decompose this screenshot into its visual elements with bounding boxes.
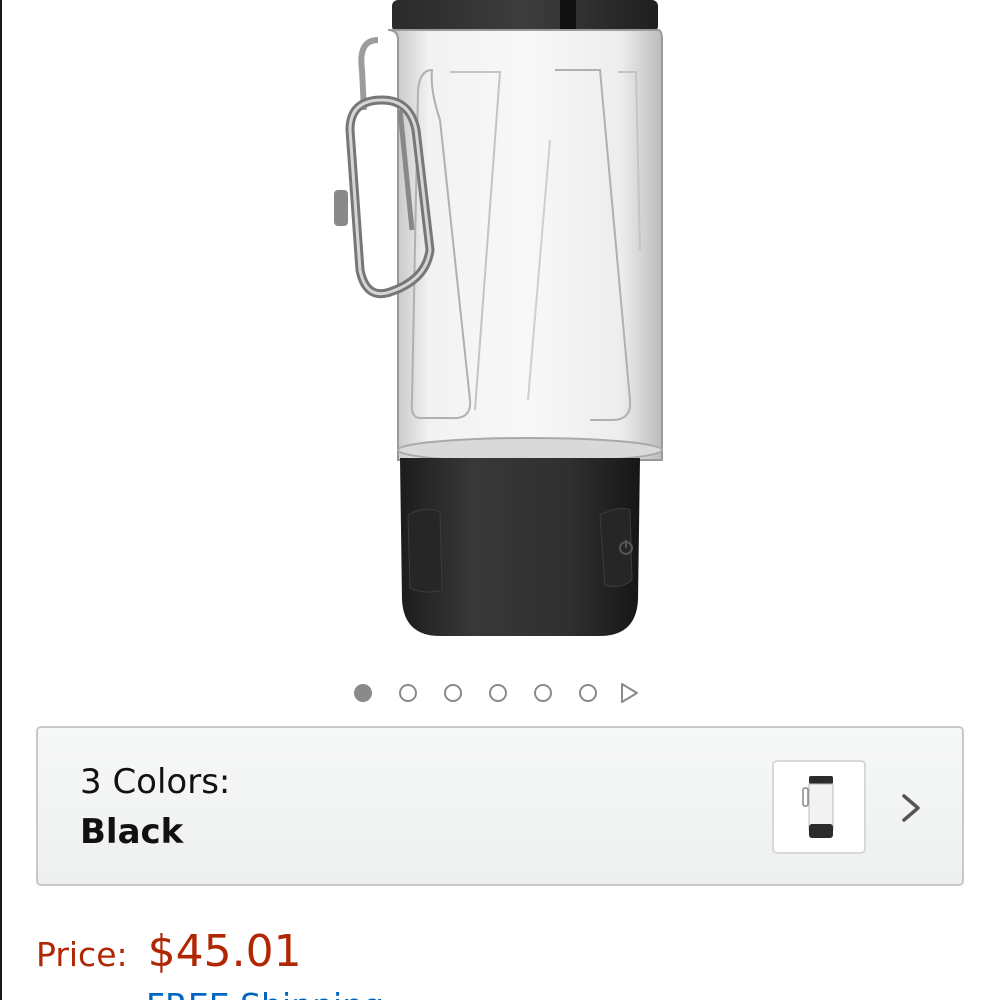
selected-color-thumbnail[interactable] [772,760,866,854]
price-value: $45.01 [147,926,302,977]
carousel-dot-4[interactable] [488,684,507,702]
product-image[interactable] [300,0,700,650]
image-carousel-indicator [340,680,640,706]
selected-color-value: Black [80,812,184,852]
carousel-dot-5[interactable] [533,684,552,702]
play-triangle-icon[interactable] [618,682,640,704]
color-variation-selector[interactable]: 3 Colors: Black [36,726,964,886]
carousel-dot-2[interactable] [398,684,417,702]
chevron-right-icon [902,794,920,822]
product-page: 3 Colors: Black Price: $45.01 FREE Shipp… [0,0,1000,1000]
free-shipping-link[interactable]: FREE Shipping [146,986,384,1000]
carousel-dot-1[interactable] [353,684,372,702]
left-edge-border [0,0,2,1000]
price-label: Price: [36,935,128,974]
bottle-thumbnail-image [802,776,834,838]
variation-count-label: 3 Colors: [80,762,231,802]
carousel-dot-3[interactable] [443,684,462,702]
carousel-dot-6[interactable] [578,684,597,702]
price-row: Price: $45.01 [36,926,302,986]
